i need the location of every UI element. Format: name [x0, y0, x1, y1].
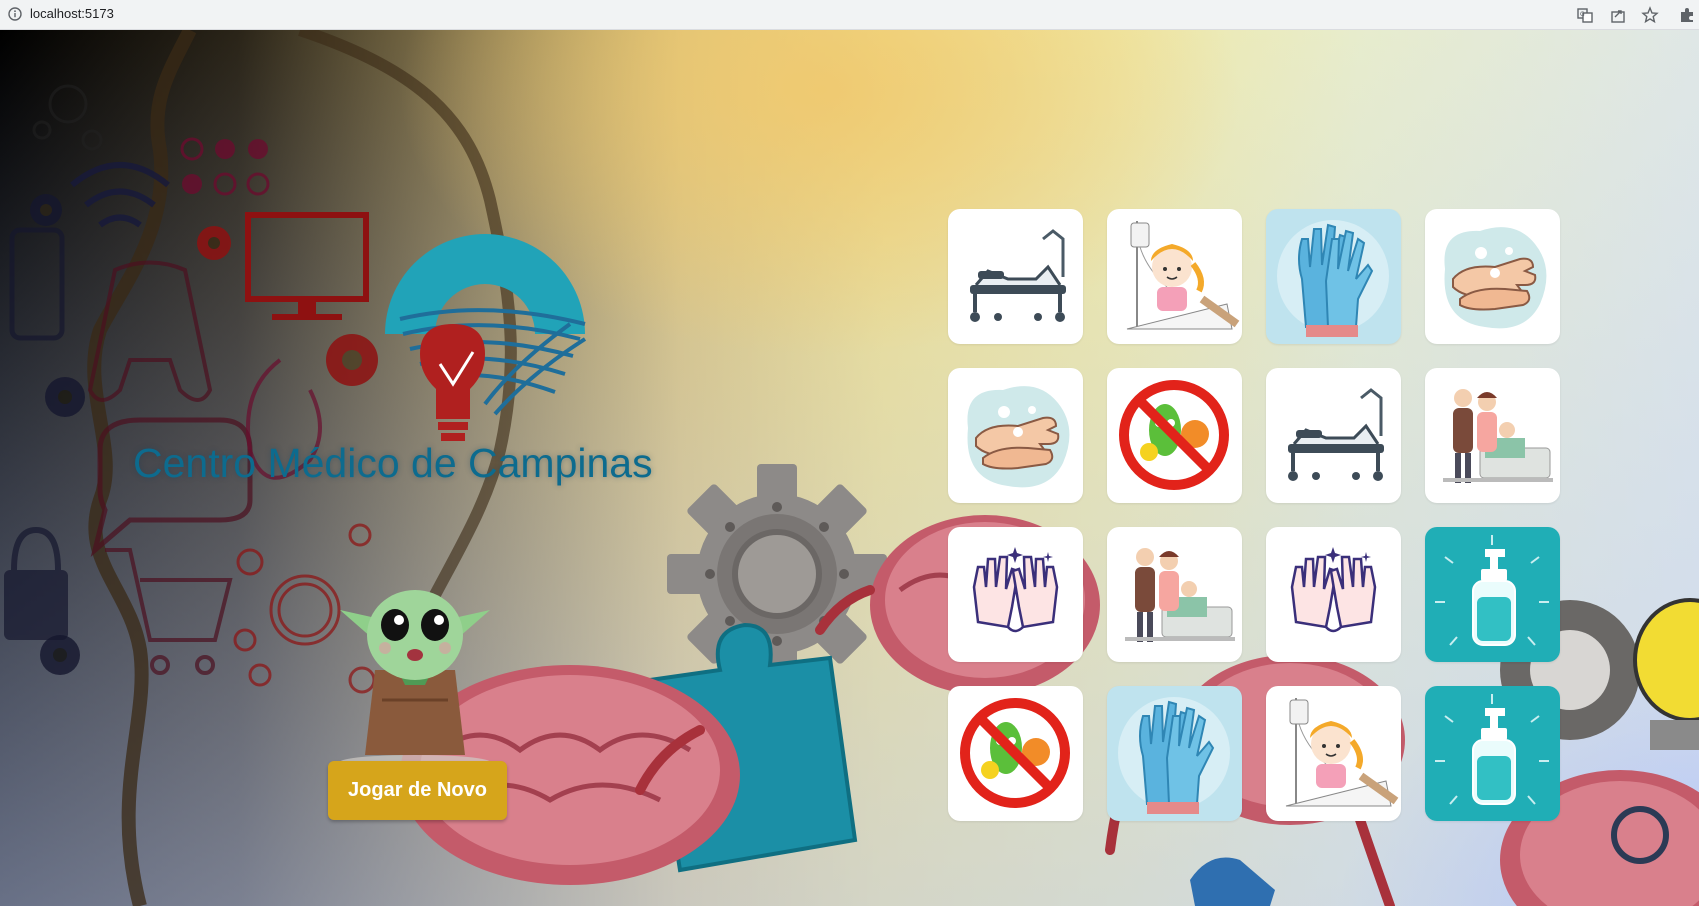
memory-card[interactable]: [948, 686, 1083, 821]
mascot-character: [340, 590, 490, 769]
monitor-icon: [245, 212, 369, 320]
hospital-bed-icon: [970, 229, 1066, 322]
game-scene: Centro Médico de Campinas Jogar de Novo: [0, 30, 1699, 906]
bookmark-star-icon[interactable]: [1641, 6, 1659, 24]
memory-card[interactable]: [1107, 686, 1242, 821]
blue-gloves-icon: [1118, 697, 1230, 814]
gamepad-icon: [87, 260, 213, 402]
replay-button[interactable]: Jogar de Novo: [328, 761, 507, 820]
browser-toolbar: localhost:5173 G: [0, 0, 1699, 30]
translate-icon[interactable]: G: [1576, 6, 1594, 24]
blue-gloves-icon: [1277, 220, 1389, 337]
grey-gear-icon: [667, 464, 887, 684]
lightbulb-icon: [1633, 598, 1699, 750]
memory-card[interactable]: [1107, 209, 1242, 344]
sick-child-iv-icon: [1285, 698, 1399, 807]
memory-card[interactable]: [1425, 686, 1560, 821]
memory-card[interactable]: [1266, 209, 1401, 344]
sick-child-iv-icon: [1126, 221, 1240, 330]
memory-card[interactable]: [948, 209, 1083, 344]
memory-card[interactable]: [1107, 368, 1242, 503]
memory-card[interactable]: [1266, 686, 1401, 821]
memory-card[interactable]: [948, 527, 1083, 662]
family-visit-icon: [1125, 548, 1235, 642]
memory-card[interactable]: [948, 368, 1083, 503]
no-germs-icon: [960, 698, 1070, 808]
memory-card[interactable]: [1266, 527, 1401, 662]
info-icon[interactable]: [8, 7, 22, 21]
hand-sanitizer-icon: [1435, 535, 1549, 646]
page-title: Centro Médico de Campinas: [133, 440, 653, 486]
memory-card-grid: [948, 209, 1561, 821]
svg-text:G: G: [1580, 11, 1585, 18]
address-bar[interactable]: localhost:5173: [30, 6, 114, 21]
clean-hands-icon: [972, 547, 1059, 633]
clean-hands-icon: [1290, 547, 1377, 633]
memory-card[interactable]: [1425, 368, 1560, 503]
memory-card[interactable]: [1425, 527, 1560, 662]
no-germs-icon: [1119, 380, 1229, 490]
memory-card[interactable]: [1425, 209, 1560, 344]
lock-icon: [4, 526, 68, 640]
hospital-bed-icon: [1288, 388, 1384, 481]
phone-icon: [9, 227, 65, 341]
family-visit-icon: [1443, 389, 1553, 483]
handwashing-icon: [1444, 227, 1547, 329]
share-icon[interactable]: [1609, 6, 1627, 24]
sneaker-icon: [1190, 857, 1275, 906]
memory-card[interactable]: [1266, 368, 1401, 503]
memory-card[interactable]: [1107, 527, 1242, 662]
red-gear-icon: [197, 226, 378, 386]
handwashing-icon: [967, 386, 1070, 488]
extensions-icon[interactable]: [1678, 6, 1696, 24]
hand-sanitizer-icon: [1435, 694, 1549, 805]
